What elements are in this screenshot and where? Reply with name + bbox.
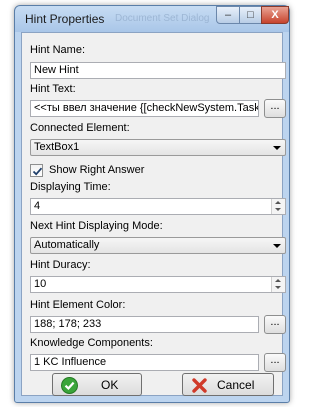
hint-text-label: Hint Text: — [30, 83, 76, 95]
hint-properties-dialog: Hint Properties Document Set Dialog – □ … — [14, 5, 290, 403]
show-right-answer-label: Show Right Answer — [49, 164, 145, 176]
hint-color-browse-button[interactable]: ... — [264, 315, 286, 334]
hint-duracy-spinner[interactable] — [271, 277, 285, 292]
ok-button[interactable]: OK — [52, 373, 142, 396]
next-hint-mode-label: Next Hint Displaying Mode: — [30, 220, 163, 232]
minimize-button[interactable]: – — [216, 6, 240, 24]
cancel-label: Cancel — [217, 378, 255, 392]
hint-color-field[interactable]: 188; 178; 233 — [30, 316, 259, 333]
maximize-button[interactable]: □ — [239, 6, 262, 24]
cancel-button[interactable]: Cancel — [182, 373, 274, 396]
show-right-answer-checkbox[interactable] — [30, 164, 43, 177]
title-bar[interactable]: Hint Properties Document Set Dialog – □ … — [15, 6, 289, 32]
knowledge-components-browse-button[interactable]: ... — [264, 353, 286, 372]
dialog-body: Hint Name: New Hint Hint Text: <<ты ввел… — [21, 32, 286, 396]
hint-text-field[interactable]: <<ты ввел значение {[checkNewSystem.Task… — [30, 100, 259, 117]
knowledge-components-field[interactable]: 1 KC Influence — [30, 354, 259, 371]
displaying-time-value: 4 — [34, 200, 41, 212]
spin-up-icon[interactable] — [275, 279, 281, 282]
displaying-time-spinner[interactable] — [271, 199, 285, 214]
hint-color-label: Hint Element Color: — [30, 299, 126, 311]
connected-element-dropdown[interactable]: TextBox1 — [30, 139, 286, 156]
knowledge-components-label: Knowledge Components: — [30, 337, 153, 349]
spin-down-icon[interactable] — [275, 286, 281, 289]
checkmark-circle-icon — [61, 377, 78, 394]
chevron-down-icon — [273, 244, 281, 248]
displaying-time-label: Displaying Time: — [30, 181, 111, 193]
ok-label: OK — [101, 378, 119, 392]
next-hint-mode-dropdown[interactable]: Automatically — [30, 237, 286, 254]
displaying-time-stepper[interactable]: 4 — [30, 198, 286, 215]
hint-name-label: Hint Name: — [30, 44, 86, 56]
chevron-down-icon — [273, 146, 281, 150]
close-icon — [192, 378, 207, 393]
checkmark-icon — [32, 167, 43, 176]
hint-duracy-value: 10 — [34, 278, 47, 290]
hint-duracy-stepper[interactable]: 10 — [30, 276, 286, 293]
next-hint-mode-value: Automatically — [34, 239, 100, 251]
hint-text-browse-button[interactable]: ... — [264, 99, 286, 118]
background-window-title: Document Set Dialog — [115, 13, 210, 24]
close-button[interactable]: X — [261, 6, 289, 24]
spin-up-icon[interactable] — [275, 201, 281, 204]
hint-name-field[interactable]: New Hint — [30, 62, 286, 79]
window-title: Hint Properties — [25, 12, 105, 26]
connected-element-value: TextBox1 — [34, 141, 80, 153]
hint-duracy-label: Hint Duracy: — [30, 259, 91, 271]
spin-down-icon[interactable] — [275, 208, 281, 211]
show-right-answer-row[interactable]: Show Right Answer — [30, 164, 170, 178]
connected-element-label: Connected Element: — [30, 122, 130, 134]
